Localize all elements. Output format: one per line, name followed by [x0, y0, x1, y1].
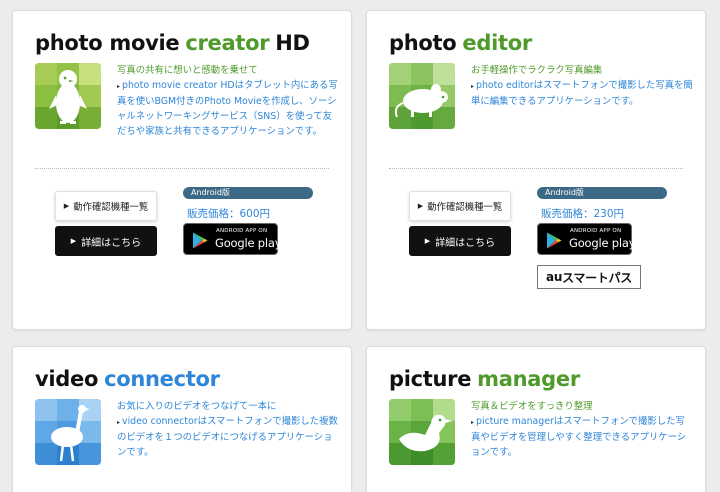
- app-title: photo editor: [389, 31, 532, 55]
- duck-icon[interactable]: [389, 399, 455, 465]
- triangle-right-icon: ▶: [70, 237, 77, 245]
- triangle-right-icon: ▶: [424, 237, 431, 245]
- app-body-text: video connectorはスマートフォンで撮影した複数のビデオを１つのビデ…: [117, 416, 338, 458]
- dotted-divider: [389, 168, 683, 169]
- device-list-button[interactable]: ▶ 動作確認機種一覧: [409, 191, 511, 221]
- app-lead-text: お手軽操作でラクラク写真編集: [471, 65, 603, 76]
- app-body-text: picture managerはスマートフォンで撮影した写真やビデオを管理しやす…: [471, 416, 687, 458]
- app-title-main: photo: [389, 31, 457, 55]
- au-smartpass-badge[interactable]: au スマートパス: [537, 265, 641, 289]
- arrow-icon: ▸: [471, 83, 475, 90]
- app-title-accent: editor: [462, 31, 532, 55]
- app-title-main: video: [35, 367, 99, 391]
- app-description: 写真の共有に想いと感動を乗せて ▸ photo movie creator HDは…: [117, 63, 339, 139]
- details-label: 詳細はこちら: [435, 237, 496, 249]
- app-card-picture-manager: picture manager 写真＆ビデオをすっきり整理 ▸ picture ma…: [366, 346, 706, 492]
- google-play-small-text: ANDROID APP ON: [216, 228, 268, 234]
- app-card-photo-editor: photo editor お手軽操作でラクラク写真編集 ▸ photo editor…: [366, 10, 706, 330]
- details-label: 詳細はこちら: [81, 237, 142, 249]
- app-body-text: photo editorはスマートフォンで撮影した写真を簡単に編集できるアプリケ…: [471, 80, 693, 107]
- google-play-icon: [547, 232, 562, 249]
- au-logo-text: au: [546, 270, 563, 284]
- device-list-label: 動作確認機種一覧: [73, 202, 149, 213]
- triangle-right-icon: ▶: [63, 202, 70, 210]
- app-description: お手軽操作でラクラク写真編集 ▸ photo editorはスマートフォンで撮影し…: [471, 63, 693, 109]
- penguin-icon[interactable]: [35, 63, 101, 129]
- app-title-accent: manager: [477, 367, 580, 391]
- app-card-photo-movie-creator: photo movie creator HD 写真の共有に想いと感動を乗せて ▸ ph…: [12, 10, 352, 330]
- app-description: 写真＆ビデオをすっきり整理 ▸ picture managerはスマートフォンで撮…: [471, 399, 693, 460]
- app-title: picture manager: [389, 367, 580, 391]
- android-version-tag: Android版: [537, 187, 667, 199]
- app-body-text: photo movie creator HDはタブレット内にある写真を使いBGM…: [117, 80, 338, 137]
- device-list-button[interactable]: ▶ 動作確認機種一覧: [55, 191, 157, 221]
- google-play-small-text: ANDROID APP ON: [570, 228, 622, 234]
- android-version-tag: Android版: [183, 187, 313, 199]
- arrow-icon: ▸: [117, 419, 121, 426]
- app-description: お気に入りのビデオをつなげて一本に ▸ video connectorはスマートフ…: [117, 399, 339, 460]
- google-play-badge[interactable]: ANDROID APP ON Google play: [183, 223, 282, 255]
- details-button[interactable]: ▶ 詳細はこちら: [409, 226, 511, 256]
- arrow-icon: ▸: [117, 83, 121, 90]
- app-title: photo movie creator HD: [35, 31, 310, 55]
- app-title-accent: creator: [185, 31, 270, 55]
- app-card-video-connector: video connector お気に入りのビデオをつなげて一本に ▸ video …: [12, 346, 352, 492]
- details-button[interactable]: ▶ 詳細はこちら: [55, 226, 157, 256]
- dotted-divider: [35, 168, 329, 169]
- price-label: 販売価格：600円: [187, 208, 271, 220]
- app-title-main: photo movie: [35, 31, 180, 55]
- app-lead-text: お気に入りのビデオをつなげて一本に: [117, 401, 277, 412]
- app-title-suffix: HD: [275, 31, 310, 55]
- google-play-badge[interactable]: ANDROID APP ON Google play: [537, 223, 636, 255]
- app-lead-text: 写真の共有に想いと感動を乗せて: [117, 65, 258, 76]
- price-label: 販売価格：230円: [541, 208, 625, 220]
- app-lead-text: 写真＆ビデオをすっきり整理: [471, 401, 593, 412]
- au-smartpass-text: スマートパス: [562, 270, 632, 285]
- google-play-text: Google play: [215, 236, 282, 250]
- device-list-label: 動作確認機種一覧: [427, 202, 503, 213]
- triangle-right-icon: ▶: [417, 202, 424, 210]
- arrow-icon: ▸: [471, 419, 475, 426]
- app-title: video connector: [35, 367, 220, 391]
- mouse-icon[interactable]: [389, 63, 455, 129]
- google-play-icon: [193, 232, 208, 249]
- ostrich-icon[interactable]: [35, 399, 101, 465]
- app-title-accent: connector: [104, 367, 220, 391]
- google-play-text: Google play: [569, 236, 636, 250]
- app-title-main: picture: [389, 367, 472, 391]
